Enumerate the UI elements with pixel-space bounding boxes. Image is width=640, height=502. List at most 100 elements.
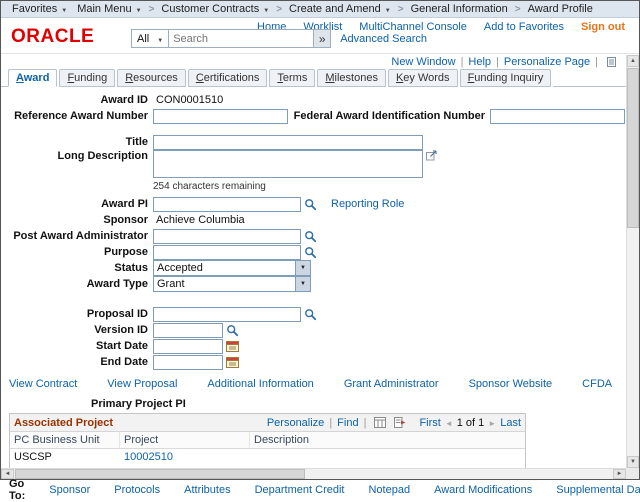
- start-date-label: Start Date: [1, 340, 153, 352]
- breadcrumb-customer-contracts[interactable]: Customer Contracts: [156, 3, 274, 15]
- breadcrumb-main-menu[interactable]: Main Menu: [72, 3, 146, 15]
- view-proposal-link[interactable]: View Proposal: [107, 378, 177, 390]
- vertical-scrollbar-thumb[interactable]: [627, 68, 639, 228]
- goto-notepad-link[interactable]: Notepad: [368, 484, 410, 496]
- grid-title: Associated Project: [14, 417, 113, 429]
- version-id-field[interactable]: [153, 323, 223, 338]
- federal-award-id-number-field[interactable]: [490, 109, 625, 124]
- project-link[interactable]: 10002510: [124, 451, 173, 463]
- pager-last-link[interactable]: Last: [500, 417, 521, 429]
- cfda-link[interactable]: CFDA: [582, 378, 612, 390]
- lookup-icon[interactable]: [304, 198, 317, 211]
- tab-award[interactable]: Award: [8, 69, 57, 87]
- grid-column-headers: PC Business Unit Project Description: [10, 432, 525, 449]
- calendar-icon[interactable]: [226, 356, 239, 368]
- divider: |: [461, 56, 464, 68]
- goto-protocols-link[interactable]: Protocols: [114, 484, 160, 496]
- scroll-left-icon[interactable]: [1, 469, 14, 479]
- tab-key-words[interactable]: Key Words: [388, 69, 458, 87]
- vertical-scrollbar[interactable]: [626, 55, 639, 468]
- caret-down-icon: [157, 33, 163, 45]
- expand-icon[interactable]: [426, 150, 437, 161]
- tab-funding[interactable]: Funding: [59, 69, 115, 87]
- tab-funding-inquiry[interactable]: Funding Inquiry: [460, 69, 552, 87]
- award-pi-field[interactable]: [153, 197, 301, 212]
- view-all-grid-icon[interactable]: [374, 417, 386, 428]
- search-go-button[interactable]: [314, 29, 331, 48]
- goto-supplemental-data-link[interactable]: Supplemental Data: [556, 484, 640, 496]
- breadcrumb-create-and-amend[interactable]: Create and Amend: [284, 3, 396, 15]
- scroll-up-icon[interactable]: [627, 55, 639, 67]
- post-award-administrator-field[interactable]: [153, 229, 301, 244]
- previous-row-icon[interactable]: [445, 417, 453, 429]
- scrollbar-corner: [626, 468, 639, 479]
- horizontal-scrollbar[interactable]: [1, 468, 626, 479]
- grid-pager: First 1 of 1 Last: [419, 417, 521, 429]
- sponsor-website-link[interactable]: Sponsor Website: [469, 378, 553, 390]
- tab-terms[interactable]: Terms: [269, 69, 315, 87]
- status-dropdown[interactable]: Accepted: [153, 260, 311, 276]
- grid-header: Associated Project Personalize | Find | …: [10, 414, 525, 432]
- purpose-field[interactable]: [153, 245, 301, 260]
- view-contract-link[interactable]: View Contract: [9, 378, 77, 390]
- additional-information-link[interactable]: Additional Information: [207, 378, 313, 390]
- lookup-icon[interactable]: [304, 246, 317, 259]
- breadcrumb-label: Award Profile: [528, 3, 593, 15]
- reference-award-number-field[interactable]: [153, 109, 288, 124]
- grid-toolbar: Personalize | Find | First 1 of 1 Last: [267, 417, 521, 429]
- associated-project-grid: Associated Project Personalize | Find | …: [9, 413, 526, 472]
- award-type-dropdown[interactable]: Grant: [153, 276, 311, 292]
- breadcrumb-award-profile[interactable]: Award Profile: [523, 3, 598, 15]
- next-row-icon[interactable]: [488, 417, 496, 429]
- horizontal-scrollbar-thumb[interactable]: [15, 469, 305, 479]
- calendar-icon[interactable]: [226, 340, 239, 352]
- personalize-page-link[interactable]: Personalize Page: [504, 56, 590, 68]
- version-id-row: Version ID: [1, 322, 625, 338]
- chevron-right-icon: [396, 3, 406, 15]
- proposal-id-field[interactable]: [153, 307, 301, 322]
- scroll-right-icon[interactable]: [613, 469, 626, 479]
- goto-award-modifications-link[interactable]: Award Modifications: [434, 484, 532, 496]
- breadcrumb-label: Customer Contracts: [161, 3, 259, 15]
- sponsor-label: Sponsor: [1, 214, 153, 226]
- title-field[interactable]: [153, 135, 423, 150]
- scroll-down-icon[interactable]: [627, 456, 639, 468]
- new-window-link[interactable]: New Window: [391, 56, 455, 68]
- find-link[interactable]: Find: [337, 417, 358, 429]
- goto-sponsor-link[interactable]: Sponsor: [49, 484, 90, 496]
- start-date-field[interactable]: [153, 339, 223, 354]
- goto-attributes-link[interactable]: Attributes: [184, 484, 230, 496]
- goto-department-credit-link[interactable]: Department Credit: [255, 484, 345, 496]
- divider: |: [595, 56, 598, 68]
- reference-federal-row: Reference Award Number Federal Award Ide…: [1, 108, 625, 124]
- grant-administrator-link[interactable]: Grant Administrator: [344, 378, 439, 390]
- divider: |: [329, 417, 332, 429]
- breadcrumb-label: General Information: [411, 3, 508, 15]
- lookup-icon[interactable]: [226, 324, 239, 337]
- tab-certifications[interactable]: Certifications: [188, 69, 268, 87]
- status-row: Status Accepted: [1, 260, 625, 276]
- advanced-search-link[interactable]: Advanced Search: [340, 33, 427, 45]
- long-description-field[interactable]: [153, 150, 423, 178]
- download-icon[interactable]: [394, 417, 406, 428]
- award-id-label: Award ID: [1, 94, 153, 106]
- search-input[interactable]: [169, 29, 314, 48]
- help-link[interactable]: Help: [468, 56, 491, 68]
- dropdown-arrow-icon: [295, 277, 310, 291]
- end-date-field[interactable]: [153, 355, 223, 370]
- dropdown-arrow-icon: [295, 261, 310, 275]
- tab-resources[interactable]: Resources: [117, 69, 186, 87]
- pager-first-link[interactable]: First: [419, 417, 440, 429]
- nav-add-to-favorites-link[interactable]: Add to Favorites: [484, 21, 564, 33]
- breadcrumb-general-information[interactable]: General Information: [406, 3, 513, 15]
- version-id-label: Version ID: [1, 324, 153, 336]
- tab-milestones[interactable]: Milestones: [317, 69, 386, 87]
- lookup-icon[interactable]: [304, 308, 317, 321]
- lookup-icon[interactable]: [304, 230, 317, 243]
- personalize-link[interactable]: Personalize: [267, 417, 324, 429]
- copy-url-icon[interactable]: [606, 56, 617, 68]
- breadcrumb-favorites[interactable]: Favorites: [7, 3, 72, 15]
- search-scope-dropdown[interactable]: All: [131, 29, 169, 48]
- reporting-role-link[interactable]: Reporting Role: [331, 198, 404, 210]
- sign-out-link[interactable]: Sign out: [581, 21, 625, 33]
